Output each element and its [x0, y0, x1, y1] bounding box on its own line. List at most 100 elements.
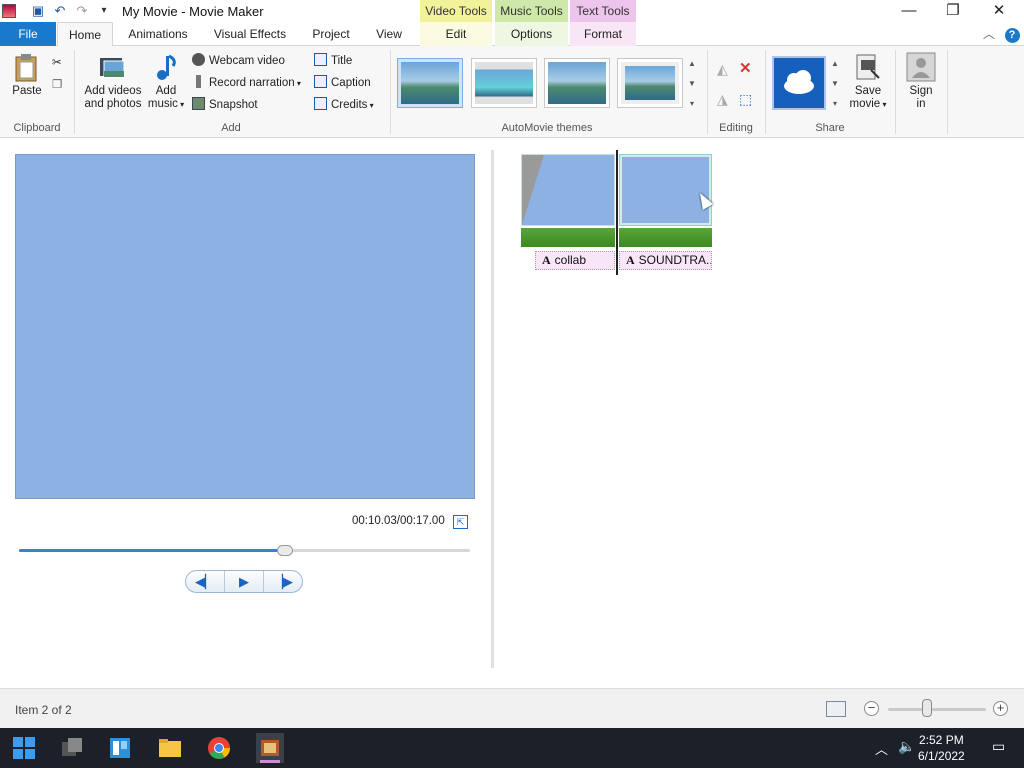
play-icon[interactable]: ▶ — [225, 571, 264, 592]
file-explorer-icon[interactable] — [158, 736, 182, 760]
zoom-out-icon[interactable]: − — [864, 701, 879, 716]
text-icon: A — [626, 253, 635, 267]
text-tools-header: Text Tools — [570, 0, 636, 22]
caption-text: collab — [554, 253, 587, 267]
playback-time: 00:10.03/00:17.00 — [352, 515, 445, 527]
clock[interactable]: 2:52 PM 6/1/2022 — [918, 732, 965, 764]
fullscreen-preview-icon[interactable]: ⇱ — [453, 515, 468, 529]
storyboard-clip-2[interactable] — [619, 154, 712, 226]
sign-in-label-1: Sign — [909, 85, 933, 97]
select-all-icon[interactable]: ⬚ — [739, 90, 752, 108]
quick-access-toolbar: ▣ ↶ ↷ ▾ — [30, 3, 112, 19]
theme-cinematic[interactable] — [471, 58, 537, 108]
storyboard-view-icon[interactable] — [826, 701, 846, 717]
remove-icon[interactable]: ✕ — [739, 60, 752, 78]
storyboard-playhead[interactable] — [616, 150, 618, 275]
caption-icon — [314, 75, 327, 88]
theme-contemporary[interactable] — [397, 58, 463, 108]
tab-animations[interactable]: Animations — [120, 22, 196, 46]
themes-scroll-up-icon[interactable]: ▲ — [686, 56, 698, 72]
theme-thumbnail — [401, 62, 459, 104]
undo-icon[interactable]: ↶ — [52, 3, 68, 19]
share-scroll-down-icon[interactable]: ▼ — [829, 76, 841, 92]
sign-in-button[interactable]: Sign in — [902, 52, 940, 111]
save-icon[interactable]: ▣ — [30, 3, 46, 19]
theme-pan-zoom[interactable] — [617, 58, 683, 108]
movie-maker-taskbar-icon[interactable] — [256, 733, 284, 763]
copy-icon[interactable]: ❐ — [52, 76, 62, 94]
widgets-icon[interactable] — [108, 736, 132, 760]
tab-format[interactable]: Format — [570, 22, 636, 46]
chrome-icon[interactable] — [207, 736, 231, 760]
credits-button[interactable]: Credits ▾ — [314, 96, 374, 114]
item-count: Item 2 of 2 — [15, 703, 72, 717]
tab-options[interactable]: Options — [495, 22, 568, 46]
previous-frame-icon[interactable]: ◀▏ — [186, 571, 225, 592]
ribbon: Paste ✂ ❐ Clipboard Add videos and photo… — [0, 46, 1024, 138]
user-icon — [906, 52, 936, 82]
tab-home[interactable]: Home — [57, 22, 113, 47]
microphone-icon — [196, 75, 201, 88]
close-button[interactable]: ✕ — [976, 0, 1022, 22]
help-icon[interactable]: ? — [1003, 22, 1021, 46]
music-waveform — [521, 228, 615, 247]
volume-icon[interactable]: 🔈 — [898, 738, 915, 755]
caption-item[interactable]: A SOUNDTRA... — [619, 251, 712, 270]
redo-icon[interactable]: ↷ — [74, 3, 90, 19]
tab-project[interactable]: Project — [304, 22, 358, 46]
rotate-right-icon[interactable]: ◮ — [717, 90, 728, 108]
share-group-label: Share — [815, 122, 845, 134]
themes-more-icon[interactable]: ▾ — [686, 96, 698, 112]
next-frame-icon[interactable]: ▕▶ — [264, 571, 302, 592]
transition-indicator — [522, 155, 544, 225]
share-more-icon[interactable]: ▾ — [829, 96, 841, 112]
cut-icon[interactable]: ✂ — [52, 54, 62, 72]
maximize-button[interactable]: ❐ — [930, 0, 976, 22]
show-hidden-icons-icon[interactable]: ︿ — [875, 739, 888, 758]
webcam-video-button[interactable]: Webcam video — [192, 52, 285, 70]
title-button[interactable]: Title — [314, 52, 352, 70]
preview-monitor[interactable] — [15, 154, 475, 499]
credits-label: Credits — [331, 99, 368, 111]
seek-slider[interactable] — [19, 549, 470, 552]
share-scroll-up-icon[interactable]: ▲ — [829, 56, 841, 72]
collapse-ribbon-icon[interactable]: ︿ — [980, 22, 998, 46]
clipboard-group-label: Clipboard — [13, 122, 61, 134]
save-movie-label-1: Save — [854, 85, 882, 97]
themes-scroll-down-icon[interactable]: ▼ — [686, 76, 698, 92]
notifications-icon[interactable]: ▭ — [992, 738, 1005, 755]
seek-thumb[interactable] — [277, 545, 294, 556]
add-music-button[interactable]: Add music ▾ — [146, 52, 186, 111]
add-videos-label-1: Add videos — [84, 85, 142, 97]
zoom-in-icon[interactable]: + — [993, 701, 1008, 716]
start-icon[interactable] — [12, 736, 36, 760]
theme-fade[interactable] — [544, 58, 610, 108]
rotate-left-icon[interactable]: ◭ — [717, 60, 728, 78]
caption-item[interactable]: Acollab — [535, 251, 615, 270]
video-tools-header: Video Tools — [420, 0, 492, 22]
pane-splitter[interactable] — [491, 150, 494, 668]
dropdown-arrow-icon: ▾ — [177, 100, 185, 109]
customize-qat-icon[interactable]: ▾ — [96, 3, 112, 19]
add-videos-photos-button[interactable]: Add videos and photos — [82, 52, 144, 111]
minimize-button[interactable]: — — [886, 0, 932, 22]
title-bar: ▣ ↶ ↷ ▾ My Movie - Movie Maker Video Too… — [0, 0, 1024, 22]
storyboard-clip-1[interactable] — [521, 154, 615, 226]
tab-visual-effects[interactable]: Visual Effects — [207, 22, 293, 46]
tab-edit[interactable]: Edit — [420, 22, 492, 46]
snapshot-button[interactable]: Snapshot — [192, 96, 258, 114]
tab-file[interactable]: File — [0, 22, 56, 46]
onedrive-share-button[interactable] — [772, 56, 826, 110]
task-view-icon[interactable] — [60, 736, 84, 760]
tab-view[interactable]: View — [367, 22, 411, 46]
zoom-slider[interactable] — [888, 708, 986, 711]
add-music-label-1: Add — [155, 85, 177, 97]
record-narration-button[interactable]: Record narration ▾ — [192, 74, 301, 92]
paste-button[interactable]: Paste — [8, 52, 46, 98]
save-movie-button[interactable]: Save movie ▾ — [846, 52, 890, 111]
ribbon-tabs: File Home Animations Visual Effects Proj… — [0, 22, 1024, 47]
paste-icon — [15, 54, 37, 82]
app-icon[interactable] — [2, 4, 16, 18]
zoom-thumb[interactable] — [922, 699, 933, 717]
caption-button[interactable]: Caption — [314, 74, 371, 92]
